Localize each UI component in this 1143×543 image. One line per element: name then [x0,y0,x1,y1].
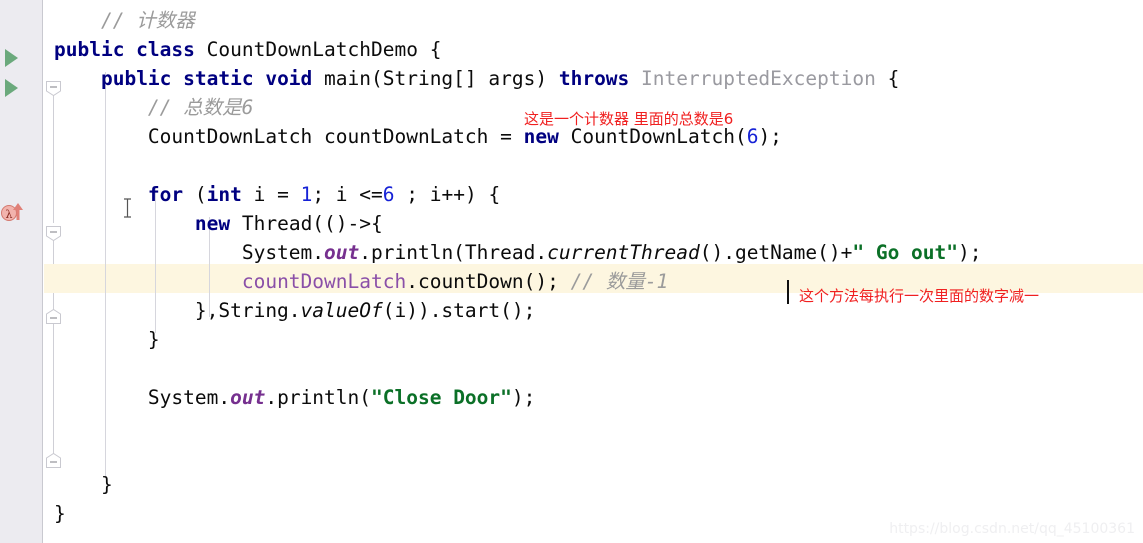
code-token: ); [511,386,536,409]
code-token: currentThread [547,241,700,264]
code-token: countDownLatch [241,270,407,293]
code-token: "Close Door" [371,386,512,409]
watermark: https://blog.csdn.net/qq_45100361 [889,521,1135,537]
code-line[interactable]: // 总数是6 [54,93,253,122]
code-token: System. [54,386,231,409]
code-line[interactable]: System.out.println("Close Door"); [54,383,535,412]
code-token: } [54,502,66,525]
code-token: ( [183,183,207,206]
editor-gutter[interactable]: λ [0,0,43,543]
code-token: public class [54,38,195,61]
code-token: new [523,125,559,148]
code-token: // 总数是6 [147,96,254,119]
editor-root: λ // 计数器 public class CountDownLatchDemo… [0,0,1143,543]
code-token: },String. [54,299,301,322]
code-token: 1 [300,183,313,206]
code-token: throws [558,67,630,90]
code-token: CountDownLatchDemo { [194,38,442,61]
code-line[interactable]: new Thread(()->{ [54,209,383,238]
code-token: ; i <= [312,183,383,206]
lambda-icon[interactable]: λ [1,200,25,222]
code-token: i = [241,183,301,206]
code-token: CountDownLatch( [558,125,747,148]
code-line[interactable]: },String.valueOf(i)).start(); [54,296,535,325]
run-class-marker[interactable] [5,49,18,67]
code-token: for [147,183,184,206]
code-token: ); [958,241,982,264]
code-token: public static void [100,67,313,90]
annotation-counter-total: 这是一个计数器 里面的总数是6 [524,110,734,128]
code-token: valueOf [300,299,383,322]
code-line[interactable]: } [54,325,160,354]
svg-text:λ: λ [6,208,13,221]
code-line[interactable] [54,441,66,470]
code-token: new [194,212,231,235]
code-line[interactable]: for (int i = 1; i <=6 ; i++) { [54,180,500,209]
code-token: out [230,386,266,409]
code-line[interactable] [54,151,66,180]
code-line[interactable]: } [54,499,66,528]
code-line[interactable]: public class CountDownLatchDemo { [54,35,441,64]
code-token: } [54,328,160,351]
code-line[interactable] [54,354,66,383]
annotation-countdown-explain: 这个方法每执行一次里面的数字减一 [799,287,1040,305]
code-token: ); [758,125,782,148]
code-token: (i)).start(); [382,299,536,322]
code-token: // 计数器 [100,9,195,32]
code-token: out [324,241,360,264]
code-line[interactable]: // 计数器 [54,6,195,35]
code-token: .println( [265,386,372,409]
code-line[interactable]: countDownLatch.countDown(); // 数量-1 [54,267,668,296]
code-token: ().getName()+ [699,241,853,264]
code-token: System. [54,241,325,264]
code-token: { [875,67,900,90]
code-token: int [206,183,242,206]
code-token: .println(Thread. [359,241,548,264]
code-token: main(String[] args) [312,67,559,90]
code-token: CountDownLatch countDownLatch = [54,125,524,148]
code-token: 6 [382,183,395,206]
code-token: InterruptedException [629,67,876,90]
code-line[interactable]: } [54,470,113,499]
mouse-ibeam-cursor [122,198,133,218]
code-line[interactable] [54,412,66,441]
code-line[interactable]: System.out.println(Thread.currentThread(… [54,238,982,267]
text-caret [787,280,789,304]
code-token: .countDown(); [406,270,571,293]
code-token: " Go out" [852,241,959,264]
code-line[interactable]: public static void main(String[] args) t… [54,64,899,93]
code-token: } [54,473,113,496]
code-token: 6 [746,125,759,148]
code-token: ; i++) { [394,183,501,206]
code-token: Thread(()->{ [230,212,383,235]
code-editor-area[interactable]: // 计数器 public class CountDownLatchDemo { … [44,0,1143,543]
code-token: // 数量-1 [570,270,669,293]
run-method-marker[interactable] [5,79,18,97]
